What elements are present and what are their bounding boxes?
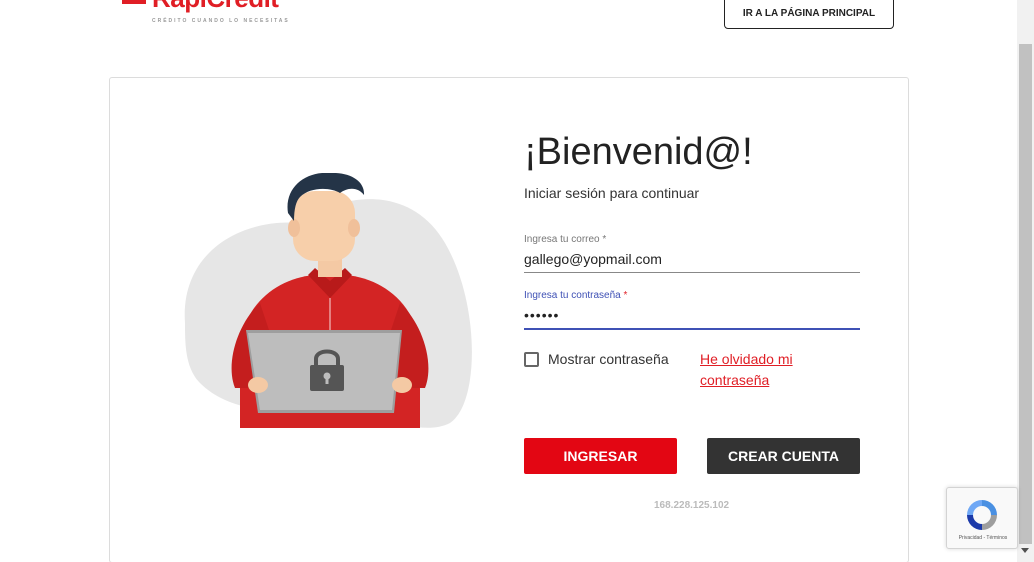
face [293,191,355,261]
password-required-mark: * [623,290,628,301]
ip-address: 168.228.125.102 [654,500,730,511]
welcome-title: ¡Bienvenid@! [524,131,753,173]
man-with-laptop-illustration [184,173,472,428]
right-hand [392,377,412,393]
recaptcha-links[interactable]: Privacidad - Términos [947,535,1019,541]
password-input[interactable] [524,301,860,330]
scroll-down-arrow-icon[interactable] [1021,548,1029,553]
rapicredit-logo[interactable]: RapiCredit CRÉDITO CUANDO LO NECESITAS [122,0,292,28]
email-input[interactable] [524,245,860,273]
login-card: ¡Bienvenid@! Iniciar sesión para continu… [109,77,909,562]
password-field: Ingresa tu contraseña * [524,290,860,330]
logo-mark [122,0,146,4]
left-ear [288,219,300,237]
home-page-button[interactable]: IR A LA PÁGINA PRINCIPAL [724,0,894,29]
show-password-toggle[interactable]: Mostrar contraseña [524,351,669,367]
password-label-text: Ingresa tu contraseña [524,290,621,301]
forgot-password-link[interactable]: He olvidado mi contraseña [700,349,820,391]
login-button[interactable]: INGRESAR [524,438,677,474]
password-label: Ingresa tu contraseña * [524,290,860,301]
left-hand [248,377,268,393]
login-subtitle: Iniciar sesión para continuar [524,185,700,201]
scrollbar-thumb[interactable] [1019,44,1032,544]
page-scrollbar[interactable] [1017,0,1034,562]
right-ear [348,219,360,237]
email-required-mark: * [602,234,607,245]
recaptcha-icon [967,500,997,530]
email-label-text: Ingresa tu correo [524,234,600,245]
logo-tagline: CRÉDITO CUANDO LO NECESITAS [152,18,290,24]
recaptcha-badge[interactable]: Privacidad - Términos [946,487,1018,549]
show-password-label[interactable]: Mostrar contraseña [548,351,669,367]
email-field: Ingresa tu correo * [524,234,860,273]
create-account-button[interactable]: CREAR CUENTA [707,438,860,474]
email-label: Ingresa tu correo * [524,234,860,245]
show-password-checkbox[interactable] [524,351,539,367]
logo-text: RapiCredit [152,0,279,11]
